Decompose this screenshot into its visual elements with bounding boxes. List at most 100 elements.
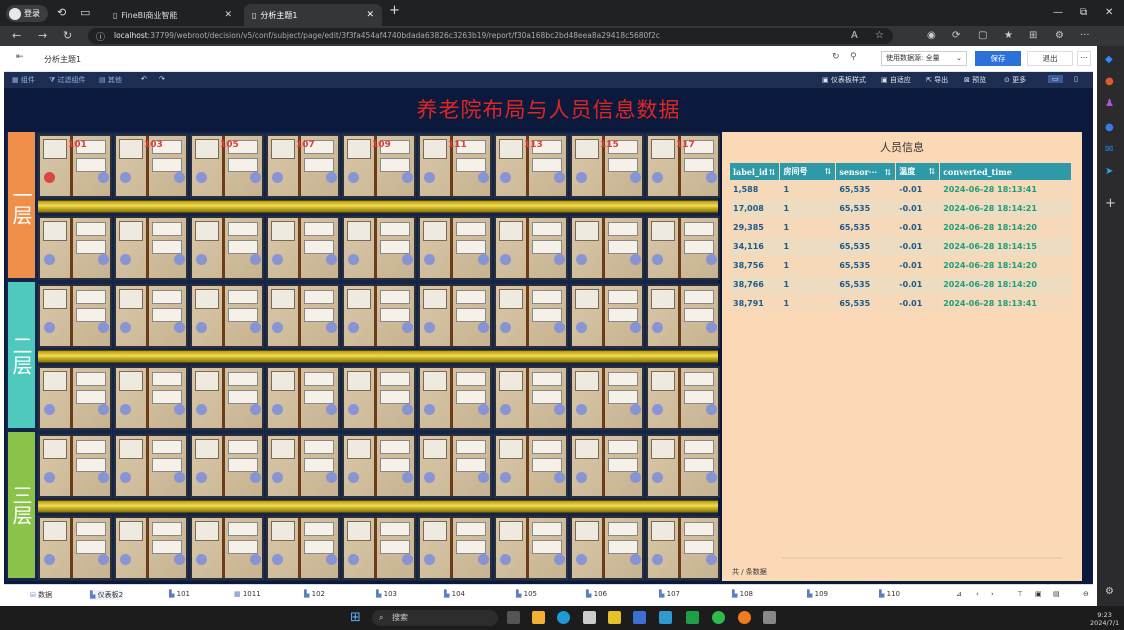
app-icon[interactable] — [608, 611, 621, 624]
sheet-tab[interactable]: ▙ 107 — [659, 590, 680, 598]
sensor-marker[interactable] — [706, 554, 717, 565]
sensor-marker[interactable] — [424, 554, 435, 565]
room[interactable] — [418, 284, 492, 348]
room[interactable] — [342, 216, 416, 280]
sheet-tab[interactable]: ▙ 110 — [879, 590, 900, 598]
room[interactable] — [266, 216, 340, 280]
sensor-marker[interactable] — [424, 172, 435, 183]
table-row[interactable]: 29,385 1 65,535 -0.01 2024-06-28 18:14:20 — [730, 218, 1072, 237]
outlook-icon[interactable]: ✉ — [1105, 144, 1113, 155]
room[interactable] — [494, 216, 568, 280]
sensor-marker[interactable] — [174, 322, 185, 333]
link-icon[interactable]: ⚲ — [850, 52, 857, 62]
add-dashboard-icon[interactable]: ⊤ — [1017, 590, 1023, 598]
sensor-marker[interactable] — [554, 472, 565, 483]
sensor-marker[interactable] — [98, 472, 109, 483]
new-tab-icon[interactable]: + — [389, 4, 400, 17]
sensor-marker[interactable] — [44, 322, 55, 333]
sensor-marker[interactable] — [174, 404, 185, 415]
sensor-marker[interactable] — [348, 172, 359, 183]
desktop-view-icon[interactable]: ▭ — [1048, 75, 1063, 83]
sensor-marker[interactable] — [576, 404, 587, 415]
app-icon[interactable] — [583, 611, 596, 624]
table-row[interactable]: 38,756 1 65,535 -0.01 2024-06-28 18:14:20 — [730, 256, 1072, 275]
room[interactable] — [114, 516, 188, 580]
close-window-icon[interactable]: ✕ — [1105, 7, 1113, 18]
sensor-marker[interactable] — [326, 404, 337, 415]
room[interactable] — [418, 216, 492, 280]
sensor-marker[interactable] — [576, 172, 587, 183]
room[interactable] — [190, 366, 264, 430]
sheet-tab[interactable]: ▙ 102 — [304, 590, 325, 598]
sensor-marker[interactable] — [174, 554, 185, 565]
sensor-marker[interactable] — [402, 554, 413, 565]
sensor-marker[interactable] — [326, 472, 337, 483]
sensor-marker[interactable] — [348, 472, 359, 483]
sort-icon[interactable]: ⇅ — [825, 166, 832, 176]
workspaces-icon[interactable]: ⟲ — [57, 7, 66, 18]
sensor-marker[interactable] — [272, 322, 283, 333]
exit-button[interactable]: 退出 — [1027, 51, 1073, 66]
browser-tab-2[interactable]: ▯ 分析主题1 ✕ — [244, 4, 382, 26]
room[interactable] — [418, 434, 492, 498]
sensor-marker[interactable] — [326, 554, 337, 565]
sensor-marker[interactable] — [272, 172, 283, 183]
room[interactable] — [342, 366, 416, 430]
sensor-marker[interactable] — [424, 322, 435, 333]
sensor-marker[interactable] — [402, 404, 413, 415]
tools-icon[interactable]: ● — [1105, 76, 1114, 87]
sensor-marker[interactable] — [478, 172, 489, 183]
sensor-marker[interactable] — [630, 404, 641, 415]
sensor-marker[interactable] — [272, 254, 283, 265]
office-icon[interactable]: ● — [1105, 122, 1114, 133]
sensor-marker[interactable] — [500, 472, 511, 483]
room[interactable] — [38, 516, 112, 580]
sensor-marker[interactable] — [98, 254, 109, 265]
table-row[interactable]: 1,588 1 65,535 -0.01 2024-06-28 18:13:41 — [730, 180, 1072, 199]
sensor-marker[interactable] — [272, 554, 283, 565]
sensor-marker[interactable] — [706, 172, 717, 183]
room[interactable] — [570, 216, 644, 280]
table-row[interactable]: 17,008 1 65,535 -0.01 2024-06-28 18:14:21 — [730, 199, 1072, 218]
sensor-marker[interactable] — [98, 404, 109, 415]
favorites-icon[interactable]: ★ — [1004, 30, 1013, 41]
sensor-marker[interactable] — [98, 554, 109, 565]
sensor-marker[interactable] — [630, 322, 641, 333]
room[interactable] — [190, 216, 264, 280]
firefox-icon[interactable] — [738, 611, 751, 624]
sensor-marker[interactable] — [196, 322, 207, 333]
prev-tab-icon[interactable]: ‹ — [976, 590, 979, 598]
room[interactable] — [570, 366, 644, 430]
sensor-marker[interactable] — [250, 254, 261, 265]
profile-login-button[interactable]: 登录 — [6, 5, 48, 22]
sensor-marker[interactable] — [424, 254, 435, 265]
more-menu-button[interactable]: ⊙ 更多 — [1004, 75, 1026, 85]
sensor-marker[interactable] — [630, 254, 641, 265]
sensor-marker[interactable] — [554, 254, 565, 265]
room[interactable] — [646, 284, 720, 348]
column-header[interactable]: converted_time — [939, 163, 1072, 180]
sensor-marker[interactable] — [706, 322, 717, 333]
undo-icon[interactable]: ↶ — [141, 75, 147, 83]
sheet-tab[interactable]: ▙ 104 — [444, 590, 465, 598]
sensor-marker[interactable] — [196, 172, 207, 183]
sensor-marker[interactable] — [500, 322, 511, 333]
split-screen-icon[interactable]: ▢ — [978, 30, 987, 41]
sensor-marker[interactable] — [630, 472, 641, 483]
refresh-icon[interactable]: ⟳ — [952, 30, 960, 41]
sheet-tab[interactable]: ▙ 101 — [169, 590, 190, 598]
room[interactable] — [114, 284, 188, 348]
table-row[interactable]: 38,766 1 65,535 -0.01 2024-06-28 18:14:20 — [730, 275, 1072, 294]
sidebar-settings-icon[interactable]: ⚙ — [1105, 586, 1114, 597]
room[interactable] — [418, 516, 492, 580]
sensor-marker[interactable] — [196, 404, 207, 415]
sheet-tab[interactable]: ▙ 仪表板2 — [90, 590, 124, 600]
sensor-marker[interactable] — [478, 322, 489, 333]
sensor-marker[interactable] — [272, 404, 283, 415]
sensor-marker[interactable] — [120, 404, 131, 415]
room[interactable] — [38, 216, 112, 280]
room[interactable] — [190, 284, 264, 348]
sort-icon[interactable]: ⇅ — [885, 167, 892, 177]
room[interactable] — [570, 516, 644, 580]
sort-icon[interactable]: ⇅ — [928, 166, 935, 176]
